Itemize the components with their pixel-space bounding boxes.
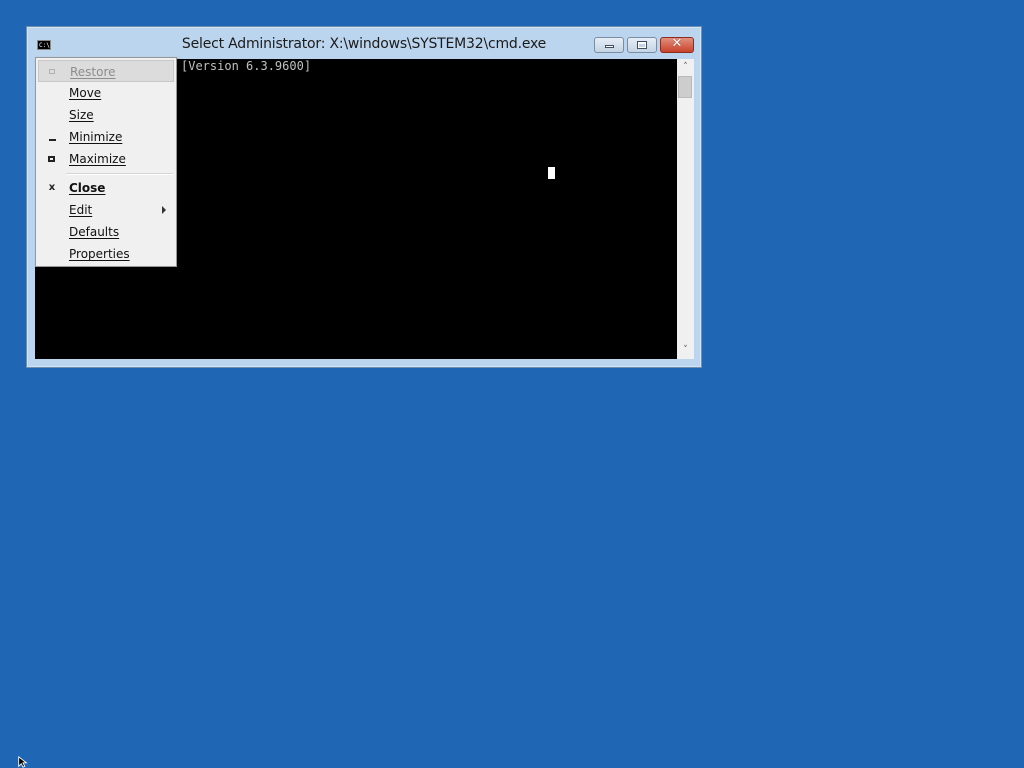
menu-separator <box>66 173 173 175</box>
minimize-button[interactable] <box>594 37 624 53</box>
desktop: C:\. Select Administrator: X:\windows\SY… <box>0 0 1024 768</box>
menu-item-minimize[interactable]: Minimize <box>38 126 174 148</box>
maximize-icon <box>637 41 647 49</box>
close-icon: x <box>48 182 56 193</box>
maximize-icon <box>48 156 55 162</box>
menu-item-label: Minimize <box>69 130 123 144</box>
menu-item-edit[interactable]: Edit <box>38 199 174 221</box>
menu-item-restore[interactable]: Restore <box>38 60 174 82</box>
minimize-icon <box>47 132 57 142</box>
menu-item-label: Defaults <box>69 225 120 239</box>
menu-item-properties[interactable]: Properties <box>38 243 174 265</box>
menu-item-label: Restore <box>70 65 116 79</box>
menu-item-label: Maximize <box>69 152 126 166</box>
menu-item-maximize[interactable]: Maximize <box>38 148 174 170</box>
menu-item-label: Move <box>69 86 102 100</box>
menu-item-label: Properties <box>69 247 130 261</box>
console-output: [Version 6.3.9600] <box>181 59 312 73</box>
scroll-up-arrow-icon[interactable]: ˄ <box>677 59 694 76</box>
menu-item-size[interactable]: Size <box>38 104 174 126</box>
vertical-scrollbar[interactable]: ˄ ˅ <box>677 59 694 359</box>
scrollbar-thumb[interactable] <box>678 76 692 98</box>
close-icon: ✕ <box>671 36 683 51</box>
text-cursor <box>548 167 555 179</box>
menu-item-label: Close <box>69 181 106 195</box>
minimize-icon <box>605 45 614 48</box>
close-button[interactable]: ✕ <box>660 36 694 53</box>
system-menu: Restore Move Size Minimize Maximize x Cl… <box>35 57 177 267</box>
title-bar[interactable]: C:\. Select Administrator: X:\windows\SY… <box>27 27 701 59</box>
maximize-button[interactable] <box>627 37 657 53</box>
mouse-pointer-icon <box>18 756 28 768</box>
menu-item-move[interactable]: Move <box>38 82 174 104</box>
menu-item-close[interactable]: x Close <box>38 177 174 199</box>
menu-item-defaults[interactable]: Defaults <box>38 221 174 243</box>
menu-item-label: Edit <box>69 203 93 217</box>
submenu-arrow-icon <box>162 206 166 214</box>
scroll-down-arrow-icon[interactable]: ˅ <box>677 342 694 359</box>
menu-item-label: Size <box>69 108 94 122</box>
restore-icon <box>49 69 55 74</box>
